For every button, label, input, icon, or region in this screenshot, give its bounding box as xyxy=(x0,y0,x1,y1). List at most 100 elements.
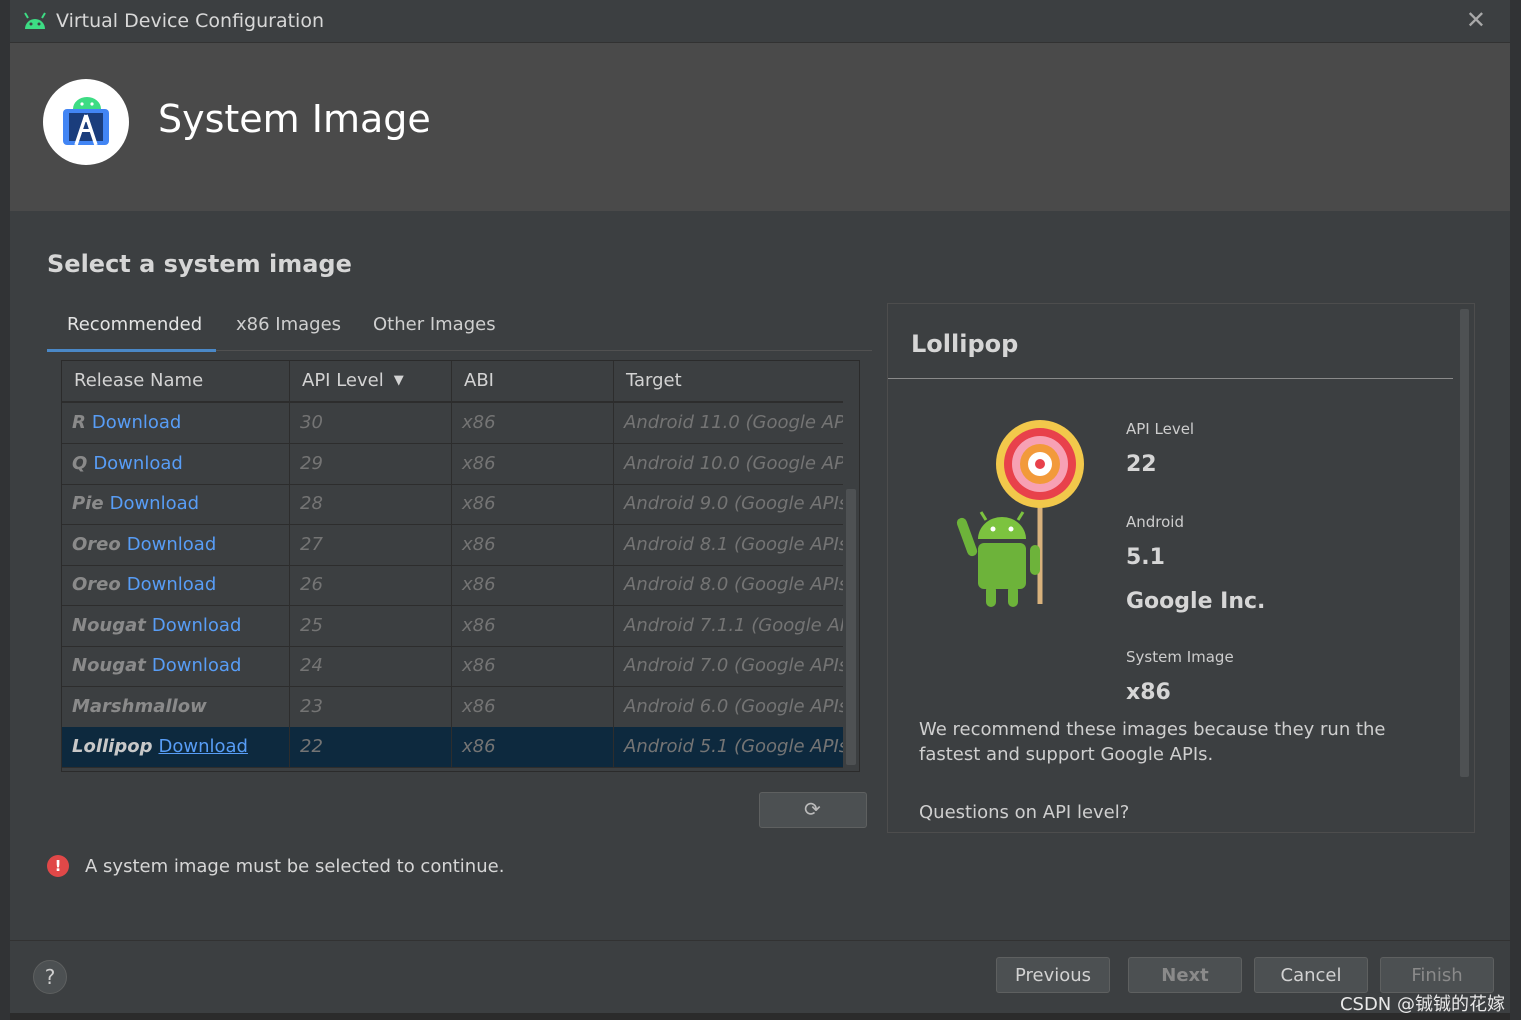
system-image-table: Release Name API Level ▼ ABI Target R Down… xyxy=(61,360,860,772)
api-level-label: API Level xyxy=(1126,420,1195,438)
android-version-value: 5.1 xyxy=(1126,545,1165,570)
android-version-label: Android xyxy=(1126,513,1184,531)
table-row[interactable]: Pie Download 28 x86 Android 9.0 (Google APIs… xyxy=(62,484,843,525)
target-cell: Android 6.0 (Google APIs) xyxy=(624,695,843,717)
tab-other-images[interactable]: Other Images xyxy=(373,314,496,335)
api-level-cell: 30 xyxy=(290,403,452,443)
release-name: Oreo xyxy=(72,574,121,595)
api-level-cell: 29 xyxy=(290,443,452,484)
release-name-cell: Oreo Download xyxy=(62,565,290,605)
download-link[interactable]: Download xyxy=(92,412,181,433)
dialog-footer: ? Previous Next Cancel Finish xyxy=(10,940,1510,1013)
table-row[interactable]: Q Download 29 x86 Android 10.0 (Google APIs) xyxy=(62,443,843,485)
target-cell: Android 7.0 (Google APIs) xyxy=(624,655,843,676)
previous-button[interactable]: Previous xyxy=(996,957,1110,993)
target-cell: Android 7.1.1 (Google APIs) xyxy=(624,614,843,636)
recommendation-description: We recommend these images because they r… xyxy=(919,719,1386,765)
system-image-value: x86 xyxy=(1126,680,1171,705)
api-level-cell: 26 xyxy=(290,565,452,605)
refresh-button[interactable]: ⟳ xyxy=(759,792,867,828)
table-row[interactable]: Nougat Download 25 x86 Android 7.1.1 (Google… xyxy=(62,605,843,647)
column-header-target[interactable]: Target xyxy=(614,361,843,401)
vendor-value: Google Inc. xyxy=(1126,589,1266,614)
next-button[interactable]: Next xyxy=(1128,957,1242,993)
tab-x86-images[interactable]: x86 Images xyxy=(236,314,341,335)
finish-button[interactable]: Finish xyxy=(1380,957,1494,993)
release-name-cell: Lollipop Download xyxy=(62,727,290,767)
ide-left-edge xyxy=(0,0,10,1020)
detail-divider xyxy=(888,378,1453,379)
image-tabs: Recommended x86 Images Other Images xyxy=(47,308,872,352)
tab-selected-indicator xyxy=(47,349,216,352)
table-row[interactable]: Oreo Download 26 x86 Android 8.0 (Google API… xyxy=(62,565,843,606)
download-link[interactable]: Download xyxy=(93,453,182,474)
target-cell: Android 9.0 (Google APIs) xyxy=(624,493,843,514)
abi-cell: x86 xyxy=(452,727,614,767)
download-link[interactable]: Download xyxy=(152,655,241,676)
api-level-cell: 24 xyxy=(290,646,452,686)
lollipop-android-illustration xyxy=(956,420,1084,607)
api-level-cell: 25 xyxy=(290,605,452,646)
table-row[interactable]: R Download 30 x86 Android 11.0 (Google APIs) xyxy=(62,403,843,444)
error-icon: ! xyxy=(47,855,69,877)
release-name-cell: Pie Download xyxy=(62,484,290,524)
abi-cell: x86 xyxy=(452,686,614,727)
table-header: Release Name API Level ▼ ABI Target xyxy=(62,361,843,403)
download-link[interactable]: Download xyxy=(110,493,199,514)
ide-right-edge xyxy=(1510,0,1521,1020)
column-header-abi[interactable]: ABI xyxy=(452,361,614,401)
target-cell: Android 8.1 (Google APIs) xyxy=(624,533,843,555)
abi-cell: x86 xyxy=(452,646,614,686)
abi-cell: x86 xyxy=(452,605,614,646)
help-button[interactable]: ? xyxy=(33,960,67,994)
abi-cell: x86 xyxy=(452,565,614,605)
detail-title: Lollipop xyxy=(911,330,1019,358)
warning-text: A system image must be selected to conti… xyxy=(85,856,505,877)
api-level-question-link[interactable]: Questions on API level? xyxy=(919,802,1129,823)
close-icon[interactable]: ✕ xyxy=(1466,6,1486,34)
table-row[interactable]: Lollipop Download 22 x86 Android 5.1 (Google… xyxy=(62,727,843,768)
download-link[interactable]: Download xyxy=(127,574,216,595)
window-title: Virtual Device Configuration xyxy=(56,10,324,32)
watermark: CSDN @铖铖的花嫁 xyxy=(1339,994,1505,1015)
system-image-label: System Image xyxy=(1126,648,1234,666)
release-name-cell: Marshmallow xyxy=(62,686,290,727)
release-name: Pie xyxy=(72,493,104,514)
release-name: Marshmallow xyxy=(72,695,207,717)
release-name-cell: Nougat Download xyxy=(62,605,290,646)
banner-title: System Image xyxy=(158,97,431,141)
sort-descending-icon: ▼ xyxy=(393,373,404,388)
release-name-cell: R Download xyxy=(62,403,290,443)
cancel-button[interactable]: Cancel xyxy=(1254,957,1368,993)
refresh-icon: ⟳ xyxy=(804,797,821,821)
target-cell: Android 5.1 (Google APIs) xyxy=(624,736,843,757)
table-scrollbar-thumb[interactable] xyxy=(846,489,856,765)
download-link[interactable]: Download xyxy=(152,615,241,636)
android-icon xyxy=(24,12,46,29)
column-header-release-name[interactable]: Release Name xyxy=(62,361,290,401)
api-level-value: 22 xyxy=(1126,452,1157,477)
section-title: Select a system image xyxy=(47,250,352,278)
release-name: R xyxy=(72,412,86,433)
target-cell: Android 10.0 (Google APIs) xyxy=(624,452,843,474)
header-banner: System Image xyxy=(10,43,1510,211)
table-row[interactable]: Marshmallow 23 x86 Android 6.0 (Google APIs… xyxy=(62,686,843,728)
table-row[interactable]: Oreo Download 27 x86 Android 8.1 (Google API… xyxy=(62,524,843,566)
table-row[interactable]: Nougat Download 24 x86 Android 7.0 (Google A… xyxy=(62,646,843,687)
download-link[interactable]: Download xyxy=(158,736,247,757)
abi-cell: x86 xyxy=(452,403,614,443)
virtual-device-dialog: Virtual Device Configuration ✕ System Im… xyxy=(10,0,1510,1013)
title-bar: Virtual Device Configuration ✕ xyxy=(10,0,1510,43)
release-name-cell: Nougat Download xyxy=(62,646,290,686)
target-cell: Android 8.0 (Google APIs) xyxy=(624,574,843,595)
api-level-cell: 28 xyxy=(290,484,452,524)
tab-recommended[interactable]: Recommended xyxy=(67,314,202,335)
image-detail-panel: Lollipop API Level 22 Android 5.1 Google… xyxy=(887,303,1475,833)
release-name: Lollipop xyxy=(72,736,153,757)
api-level-cell: 22 xyxy=(290,727,452,767)
abi-cell: x86 xyxy=(452,443,614,484)
download-link[interactable]: Download xyxy=(127,534,216,555)
column-header-api-level[interactable]: API Level ▼ xyxy=(290,361,452,401)
detail-scrollbar[interactable] xyxy=(1460,309,1469,777)
release-name: Nougat xyxy=(72,614,146,636)
